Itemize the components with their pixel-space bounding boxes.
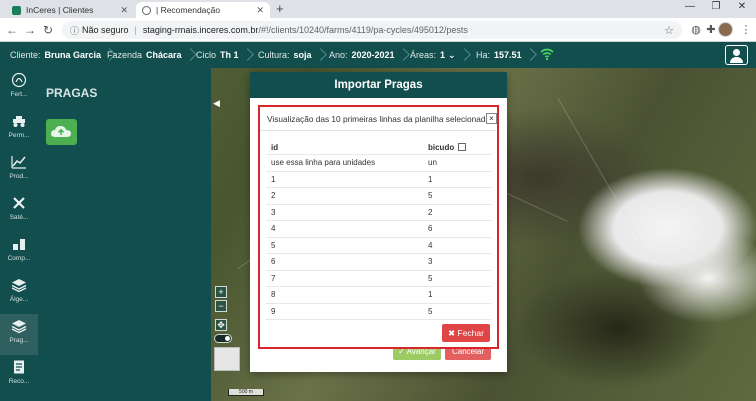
user-account-button[interactable] (725, 45, 748, 65)
column-header-bicudo: bicudo (428, 143, 455, 152)
table-header-row: id bicudo (266, 141, 491, 155)
table-row: 9 5 (266, 304, 491, 320)
warning-icon: ⓘ (70, 25, 80, 36)
sidebar-item-satelite[interactable]: Saté... (0, 191, 38, 232)
spreadsheet-preview-dialog: Visualização das 10 primeiras linhas da … (258, 105, 499, 349)
header-areas[interactable]: Áreas: 1 ⌄ (410, 42, 456, 68)
header-hectares: Ha: 157.51 (476, 42, 522, 68)
table-row: use essa linha para unidades un (266, 155, 491, 172)
sidebar-item-produtividade[interactable]: Prod... (0, 150, 38, 191)
table-row: 6 3 (266, 254, 491, 271)
tractor-icon (13, 116, 25, 127)
new-tab-button[interactable]: + (276, 2, 284, 16)
inceres-favicon-icon (12, 5, 21, 15)
profile-avatar[interactable] (718, 22, 733, 37)
field-boundary (557, 98, 649, 255)
browser-tab-clientes[interactable]: InCeres | Clientes ✕ (6, 2, 134, 18)
window-close-icon[interactable]: ✕ (732, 1, 752, 12)
close-preview-button[interactable]: ✖ Fechar (442, 324, 490, 342)
sidebar-item-recomendacao[interactable]: Reco... (0, 355, 38, 396)
chevron-right-icon (399, 47, 409, 63)
address-path: /#!/clients/10240/farms/4119/pa-cycles/4… (258, 25, 468, 35)
tab-close-icon[interactable]: ✕ (256, 5, 264, 16)
sidebar-item-fertilidade[interactable]: Fert... (0, 68, 38, 109)
chevron-right-icon (243, 47, 253, 63)
browser-tab-bar: InCeres | Clientes ✕ | Recomendação ✕ + … (0, 0, 756, 18)
compare-icon (13, 239, 25, 250)
zoom-in-button[interactable]: + (215, 286, 227, 298)
column-header-id: id (271, 143, 279, 152)
preview-table: id bicudo use essa linha para unidades u… (266, 141, 491, 320)
address-separator: | (134, 25, 137, 35)
tab-close-icon[interactable]: ✕ (120, 5, 128, 16)
menu-kebab-icon[interactable]: ⋮ (738, 22, 754, 38)
address-bar[interactable]: ⓘ Não seguro | staging-rmais.inceres.com… (62, 21, 682, 39)
sidebar-item-comparativo[interactable]: Comp... (0, 232, 38, 273)
chevron-right-icon (316, 47, 326, 63)
chevron-right-icon (186, 47, 196, 63)
satellite-icon (13, 197, 25, 209)
close-icon[interactable]: × (486, 113, 497, 124)
layers-icon (11, 279, 27, 293)
header-cultura[interactable]: Cultura: soja (258, 42, 312, 68)
tab-title: | Recomendação (156, 5, 221, 15)
fullscreen-icon[interactable]: ✥ (215, 319, 227, 331)
sidebar-item-pragas[interactable]: Prag... (0, 314, 38, 355)
security-label: Não seguro (82, 25, 129, 35)
header-fazenda[interactable]: Fazenda Chácara (107, 42, 182, 68)
table-row: 8 1 (266, 287, 491, 304)
reload-icon[interactable]: ↻ (40, 22, 56, 38)
table-row: 7 5 (266, 271, 491, 287)
layer-toggle[interactable] (214, 334, 232, 343)
browser-tab-recomendacao[interactable]: | Recomendação ✕ (136, 2, 270, 18)
map-scale: 500 m (228, 389, 264, 396)
app-header: Cliente: Bruna Garcia Fazenda Chácara Ci… (0, 42, 756, 68)
preview-heading: Visualização das 10 primeiras linhas da … (267, 114, 493, 124)
puzzle-icon[interactable]: ✚ (703, 22, 719, 38)
collapse-panel-icon[interactable]: ◀ (213, 98, 220, 109)
header-cliente[interactable]: Cliente: Bruna Garcia (10, 42, 101, 68)
header-ciclo[interactable]: Ciclo Th 1 (196, 42, 239, 68)
chart-icon (11, 156, 26, 169)
sidebar-item-algebra[interactable]: Álge... (0, 273, 38, 314)
layers-icon (11, 320, 27, 334)
table-row: 2 5 (266, 188, 491, 205)
browser-toolbar: ← → ↻ ⓘ Não seguro | staging-rmais.incer… (0, 18, 756, 42)
maximize-icon[interactable]: ❐ (706, 1, 726, 12)
minimize-icon[interactable]: — (680, 1, 700, 12)
document-icon (14, 360, 24, 374)
table-row: 4 6 (266, 221, 491, 238)
sidebar-item-permissoes[interactable]: Perm... (0, 109, 38, 150)
extension-icon[interactable]: ◍ (688, 22, 704, 38)
panel-title: PRAGAS (46, 86, 98, 100)
bicudo-checkbox[interactable] (458, 143, 466, 151)
address-host: staging-rmais.inceres.com.br (142, 25, 259, 35)
module-sidebar: Fert... Perm... Prod... Saté... Comp... (0, 68, 38, 401)
zoom-out-button[interactable]: − (215, 300, 227, 312)
back-arrow-icon[interactable]: ← (4, 22, 20, 38)
forward-arrow-icon[interactable]: → (22, 22, 38, 38)
globe-favicon-icon (142, 5, 151, 15)
table-row: 3 2 (266, 205, 491, 221)
chevron-right-icon (526, 47, 536, 63)
tab-title: InCeres | Clientes (26, 5, 94, 15)
cloud-upload-icon (51, 126, 71, 137)
table-row: 5 4 (266, 238, 491, 254)
pragas-panel: PRAGAS (38, 68, 211, 401)
fertilizer-icon (11, 72, 27, 88)
wifi-icon (540, 48, 554, 61)
bookmark-star-icon[interactable]: ☆ (664, 24, 674, 37)
upload-button[interactable] (46, 119, 77, 145)
modal-title: Importar Pragas (250, 72, 507, 98)
basemap-thumbnail[interactable] (214, 347, 240, 371)
chevron-down-icon[interactable]: ⌄ (448, 50, 456, 61)
table-row: 1 1 (266, 172, 491, 188)
header-ano[interactable]: Ano: 2020-2021 (329, 42, 395, 68)
chevron-right-icon (460, 47, 470, 63)
divider (260, 130, 497, 131)
